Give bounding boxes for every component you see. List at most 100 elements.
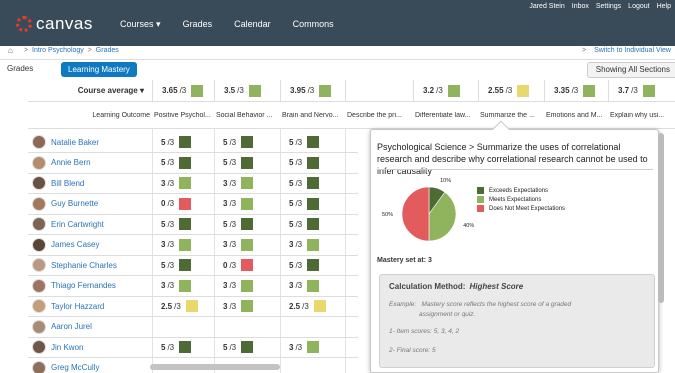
canvas-logo[interactable]: canvas bbox=[16, 14, 93, 34]
vertical-scrollbar[interactable] bbox=[658, 133, 664, 303]
course-average-menu[interactable]: Course average ▾ bbox=[28, 80, 152, 101]
student-name-link[interactable]: Taylor Hazzard bbox=[28, 296, 152, 316]
student-name-link[interactable]: Guy Burnette bbox=[28, 194, 152, 214]
course-average-cell[interactable]: 2.55/3 bbox=[478, 80, 544, 101]
avatar bbox=[32, 319, 46, 334]
inbox-link[interactable]: Inbox bbox=[572, 3, 589, 10]
course-average-cell[interactable]: 3.2/3 bbox=[413, 80, 478, 101]
outcome-score-cell[interactable]: 5/3 bbox=[289, 132, 320, 152]
user-name-link[interactable]: Jared Stein bbox=[529, 3, 564, 10]
course-average-cell[interactable] bbox=[345, 80, 413, 101]
course-average-cell[interactable]: 3.35/3 bbox=[544, 80, 608, 101]
outcome-column-header[interactable]: Summarize the ... bbox=[478, 112, 544, 124]
outcome-score-cell[interactable]: 3/3 bbox=[161, 173, 192, 193]
outcome-column-header[interactable]: Social Behavior ... bbox=[214, 112, 280, 124]
course-average-cell[interactable]: 3.65/3 bbox=[152, 80, 214, 101]
mastery-status-swatch bbox=[179, 341, 192, 353]
student-name-link[interactable]: Annie Bern bbox=[28, 153, 152, 173]
outcome-column-header[interactable]: Positive Psychol... bbox=[152, 112, 214, 124]
nav-courses[interactable]: Courses ▾ bbox=[120, 19, 161, 30]
switch-view-link[interactable]: > Switch to Individual View bbox=[580, 47, 671, 54]
average-score: 3.7 bbox=[618, 86, 630, 95]
student-name-link[interactable]: Stephanie Charles bbox=[28, 255, 152, 275]
score-value: 5 bbox=[161, 158, 166, 167]
outcome-score-cell[interactable]: 5/3 bbox=[289, 194, 320, 214]
course-average-cell[interactable]: 3.5/3 bbox=[214, 80, 280, 101]
outcome-score-cell[interactable]: 3/3 bbox=[223, 173, 254, 193]
nav-courses-label: Courses bbox=[120, 19, 154, 29]
outcome-score-cell[interactable]: 5/3 bbox=[161, 337, 192, 357]
outcome-score-cell[interactable]: 2.5/3 bbox=[161, 296, 198, 316]
outcome-score-cell[interactable]: 3/3 bbox=[223, 235, 254, 255]
average-score: 3.65 bbox=[162, 86, 178, 95]
outcome-score-cell[interactable]: 0/3 bbox=[223, 255, 254, 275]
score-value: 5 bbox=[161, 342, 166, 352]
student-name-link[interactable]: Jin Kwon bbox=[28, 337, 152, 357]
outcome-score-cell[interactable]: 5/3 bbox=[223, 337, 254, 357]
outcome-column-header[interactable]: Differentiate law... bbox=[413, 112, 478, 124]
breadcrumb-grades[interactable]: Grades bbox=[96, 47, 119, 54]
pie-legend: Exceeds Expectations Meets Expectations … bbox=[477, 186, 565, 213]
outcome-score-cell[interactable]: 3/3 bbox=[161, 276, 192, 296]
logout-link[interactable]: Logout bbox=[628, 3, 649, 10]
nav-grades[interactable]: Grades bbox=[183, 19, 213, 30]
outcome-score-cell[interactable]: 5/3 bbox=[289, 214, 320, 234]
sections-dropdown[interactable]: Showing All Sections bbox=[586, 62, 675, 78]
course-average-cell[interactable]: 3.95/3 bbox=[280, 80, 345, 101]
outcome-score-cell[interactable]: 5/3 bbox=[223, 132, 254, 152]
outcome-score-cell[interactable]: 5/3 bbox=[223, 153, 254, 173]
outcome-column-header[interactable]: Emotions and M... bbox=[544, 112, 608, 124]
legend-swatch bbox=[477, 196, 484, 203]
student-name-link[interactable]: Thiago Fernandes bbox=[28, 276, 152, 296]
student-name-link[interactable]: Natalie Baker bbox=[28, 132, 152, 152]
outcome-score-cell[interactable]: 3/3 bbox=[223, 276, 254, 296]
legend-label: Does Not Meet Expectations bbox=[489, 205, 566, 212]
outcome-score-cell[interactable]: 5/3 bbox=[289, 255, 320, 275]
help-link[interactable]: Help bbox=[657, 3, 671, 10]
outcome-score-cell[interactable]: 5/3 bbox=[289, 173, 320, 193]
student-name: Thiago Fernandes bbox=[51, 281, 116, 290]
nav-calendar[interactable]: Calendar bbox=[234, 19, 271, 30]
home-icon[interactable]: ⌂ bbox=[8, 46, 13, 55]
outcome-column-header[interactable]: Brain and Nervo... bbox=[280, 112, 345, 124]
outcome-score-cell[interactable]: 5/3 bbox=[223, 214, 254, 234]
avatar bbox=[32, 360, 46, 373]
student-name-link[interactable]: Bill Blend bbox=[28, 173, 152, 193]
nav-commons[interactable]: Commons bbox=[293, 19, 334, 30]
score-value: 5 bbox=[289, 260, 294, 270]
student-name-link[interactable]: James Casey bbox=[28, 235, 152, 255]
mastery-status-swatch bbox=[241, 341, 254, 353]
score-value: 3 bbox=[289, 240, 294, 249]
tab-learning-mastery[interactable]: Learning Mastery bbox=[61, 62, 137, 77]
outcome-column-header[interactable]: Explain why usi... bbox=[608, 112, 675, 124]
chevron-down-icon: ▾ bbox=[156, 19, 161, 29]
outcome-score-cell[interactable]: 3/3 bbox=[161, 235, 192, 255]
settings-link[interactable]: Settings bbox=[596, 3, 621, 10]
outcome-score-cell[interactable]: 5/3 bbox=[289, 153, 320, 173]
course-average-cell[interactable]: 3.7/3 bbox=[608, 80, 675, 101]
student-name-link[interactable]: Erin Cartwright bbox=[28, 214, 152, 234]
tab-grades[interactable]: Grades bbox=[7, 64, 33, 73]
outcome-score-cell[interactable]: 3/3 bbox=[289, 276, 320, 296]
outcome-score-cell[interactable]: 5/3 bbox=[161, 132, 192, 152]
popover-divider bbox=[377, 169, 653, 170]
outcome-score-cell[interactable]: 3/3 bbox=[223, 194, 254, 214]
student-name-link[interactable]: Aaron Jurel bbox=[28, 317, 152, 337]
outcome-score-cell[interactable]: 5/3 bbox=[161, 214, 192, 234]
outcome-score-cell[interactable]: 0/3 bbox=[161, 194, 192, 214]
student-name-link[interactable]: Greg McCully bbox=[28, 358, 152, 373]
legend-swatch bbox=[477, 187, 484, 194]
outcome-score-cell[interactable]: 5/3 bbox=[161, 153, 192, 173]
outcome-score-cell[interactable]: 5/3 bbox=[161, 255, 192, 275]
outcome-column-header[interactable]: Describe the pri... bbox=[345, 112, 413, 124]
score-max: /3 bbox=[229, 158, 237, 167]
outcome-score-cell[interactable]: 3/3 bbox=[289, 337, 320, 357]
outcome-score-cell[interactable]: 3/3 bbox=[289, 235, 320, 255]
outcome-score-cell[interactable]: 3/3 bbox=[223, 296, 254, 316]
average-score: 3.5 bbox=[224, 86, 236, 95]
horizontal-scrollbar[interactable] bbox=[150, 364, 280, 370]
student-name: Annie Bern bbox=[51, 158, 91, 167]
score-max: /3 bbox=[167, 281, 175, 290]
outcome-score-cell[interactable]: 2.5/3 bbox=[289, 296, 326, 316]
breadcrumb-course[interactable]: Intro Psychology bbox=[32, 47, 84, 54]
